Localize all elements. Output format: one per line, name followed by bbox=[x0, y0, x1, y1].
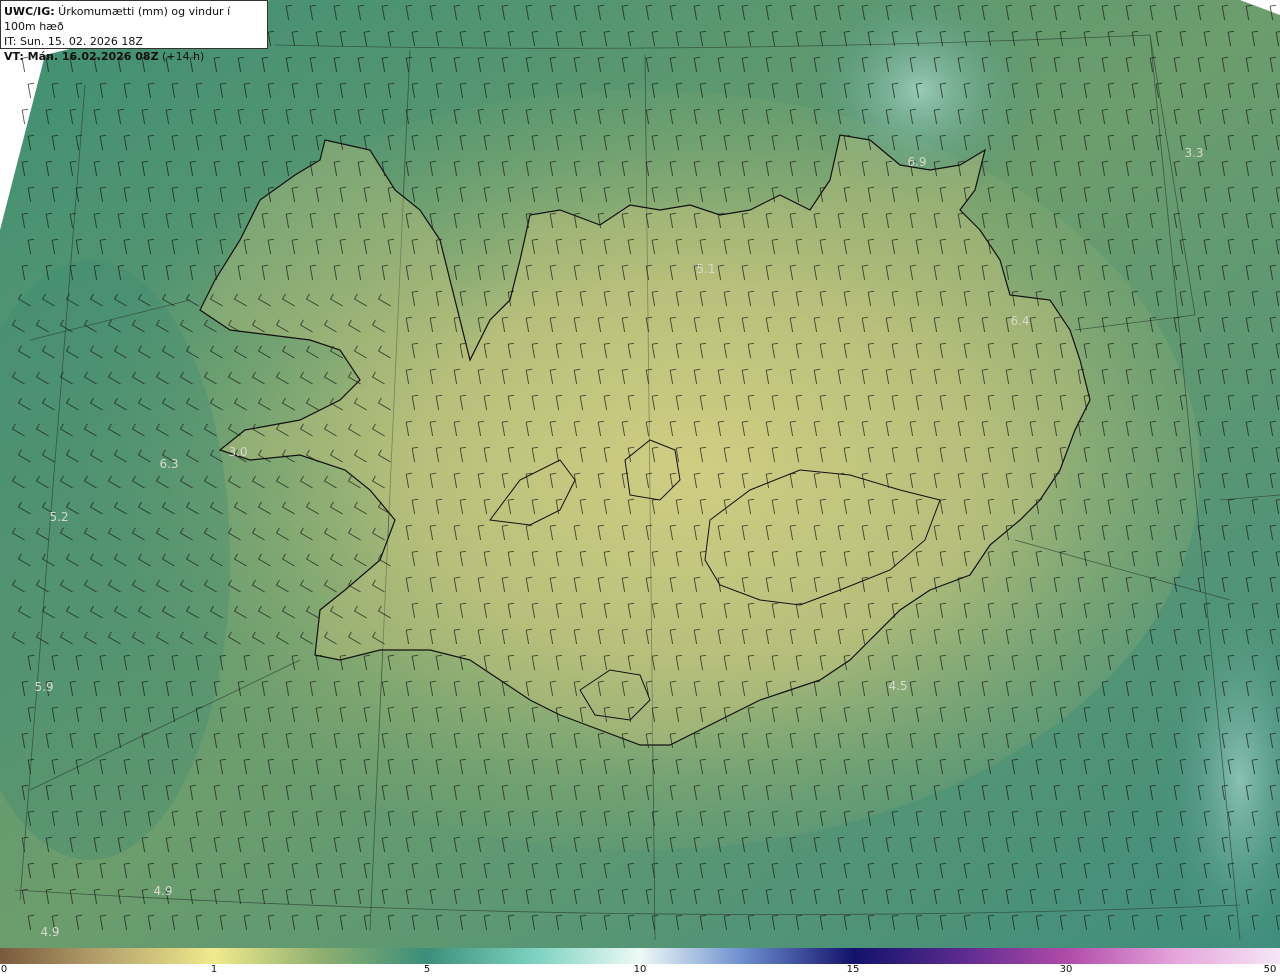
colorbar-tick: 50 bbox=[1263, 964, 1277, 975]
precipitation-map: 6.9 3.3 5.1 6.4 3.0 6.3 5.2 5.9 4.5 4.9 4.9 bbox=[0, 0, 1280, 948]
map-value-label: 6.3 bbox=[159, 457, 178, 471]
map-value-label: 4.5 bbox=[888, 679, 907, 693]
map-value-label: 6.9 bbox=[907, 155, 926, 169]
map-title-box: UWC/IG: Úrkomumætti (mm) og vindur í 100… bbox=[0, 0, 268, 63]
colorbar bbox=[0, 948, 1280, 964]
colorbar-tick: 15 bbox=[846, 964, 860, 975]
colorbar-tick: 10 bbox=[633, 964, 647, 975]
map-value-label: 5.9 bbox=[34, 680, 53, 694]
colorbar-labels: 0 1 5 10 15 30 50 bbox=[0, 964, 1280, 978]
map-value-label: 5.2 bbox=[49, 510, 68, 524]
map-value-label: 6.4 bbox=[1010, 314, 1029, 328]
map-value-label: 5.1 bbox=[696, 262, 715, 276]
colorbar-tick: 5 bbox=[423, 964, 431, 975]
colorbar-tick: 1 bbox=[210, 964, 218, 975]
map-value-label: 3.0 bbox=[228, 445, 247, 459]
map-value-label: 4.9 bbox=[153, 884, 172, 898]
title-line-2: IT: Sun. 15. 02. 2026 18Z bbox=[4, 35, 143, 48]
colorbar-tick: 0 bbox=[0, 964, 8, 975]
colorbar-tick: 30 bbox=[1059, 964, 1073, 975]
map-value-label: 3.3 bbox=[1184, 146, 1203, 160]
title-line-3: VT: Mán. 16.02.2026 08Z (+14 h) bbox=[4, 50, 205, 63]
title-line-1: UWC/IG: Úrkomumætti (mm) og vindur í 100… bbox=[4, 5, 231, 33]
map-value-label: 4.9 bbox=[40, 925, 59, 939]
